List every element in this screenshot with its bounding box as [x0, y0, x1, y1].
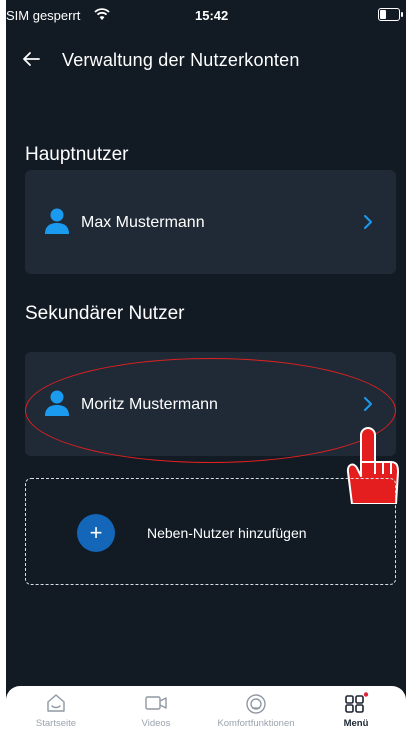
page-title: Verwaltung der Nutzerkonten — [62, 50, 300, 70]
main-user-card[interactable]: Max Mustermann — [25, 170, 396, 274]
menu-grid-icon — [345, 692, 369, 713]
bottom-navigation: Startseite Videos Komfortfunktionen Menü — [6, 686, 406, 731]
add-user-label: Neben-Nutzer hinzufügen — [147, 525, 307, 541]
top-bar: Verwaltung der Nutzerkonten — [6, 40, 406, 80]
user-icon — [45, 208, 69, 234]
comfort-icon — [246, 694, 266, 714]
chevron-right-icon — [364, 215, 372, 229]
secondary-user-card[interactable]: Moritz Mustermann — [25, 352, 396, 456]
section-title-secondary-user: Sekundärer Nutzer — [25, 303, 185, 324]
add-secondary-user-button[interactable]: + Neben-Nutzer hinzufügen — [25, 478, 396, 585]
nav-item-startseite[interactable]: Startseite — [6, 686, 106, 731]
chevron-right-icon — [364, 397, 372, 411]
notification-dot — [363, 692, 369, 697]
phone-screen: SIM gesperrt 15:42 Verwaltung der Nutzer… — [6, 0, 406, 731]
video-icon — [145, 696, 167, 710]
nav-label: Menü — [343, 718, 369, 729]
user-icon — [45, 390, 69, 416]
plus-icon: + — [77, 514, 115, 552]
nav-label: Komfortfunktionen — [217, 718, 295, 729]
nav-item-videos[interactable]: Videos — [106, 686, 206, 731]
nav-item-komfortfunktionen[interactable]: Komfortfunktionen — [206, 686, 306, 731]
nav-item-menu[interactable]: Menü — [306, 686, 406, 731]
clock: 15:42 — [195, 8, 229, 23]
back-arrow-icon[interactable] — [20, 48, 42, 70]
home-icon — [47, 694, 65, 712]
carrier-label: SIM gesperrt — [6, 8, 81, 23]
wifi-icon — [94, 8, 110, 20]
status-bar: SIM gesperrt 15:42 — [6, 0, 406, 28]
nav-label: Videos — [141, 718, 171, 729]
nav-label: Startseite — [35, 718, 77, 729]
battery-icon — [378, 8, 403, 21]
main-user-name: Max Mustermann — [81, 214, 205, 231]
secondary-user-name: Moritz Mustermann — [81, 396, 218, 413]
section-title-main-user: Hauptnutzer — [25, 144, 129, 165]
